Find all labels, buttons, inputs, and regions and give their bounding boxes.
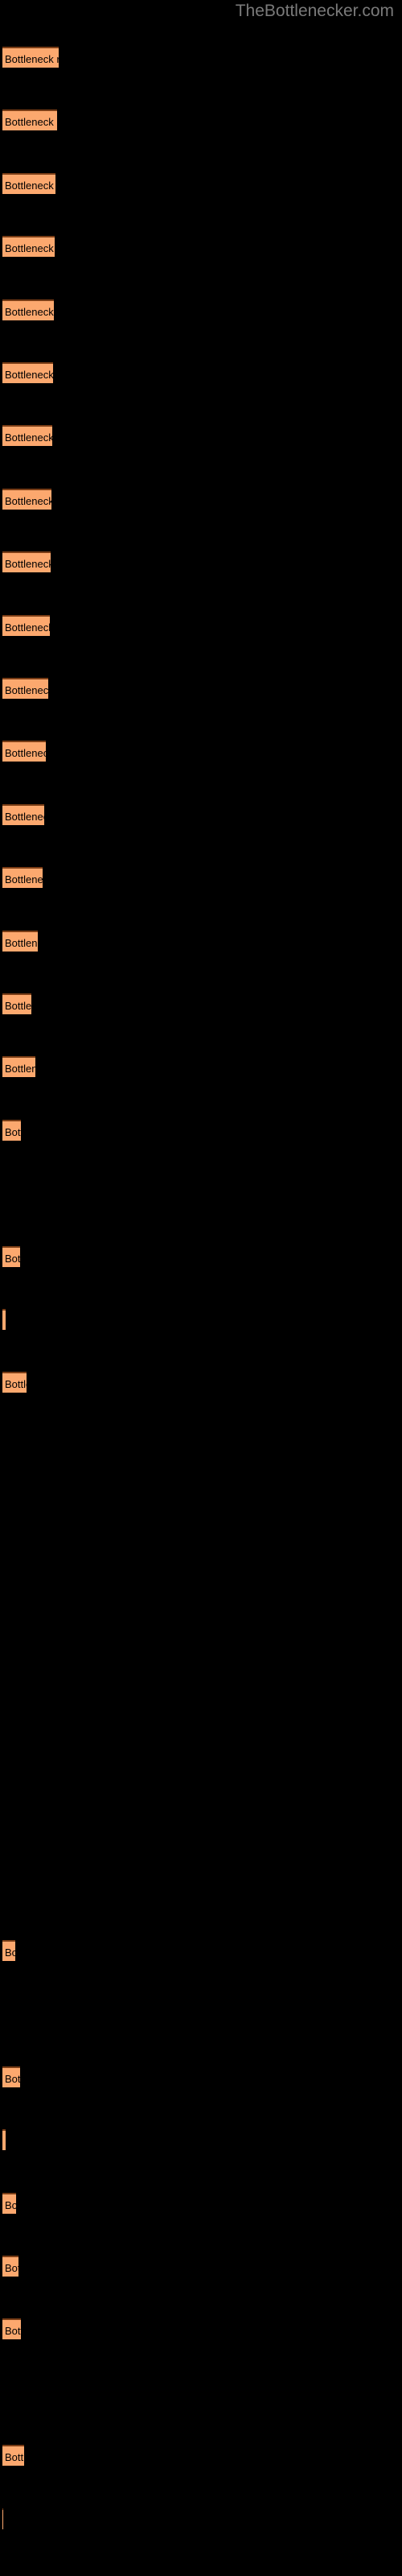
bar: Bottleneck result bbox=[2, 678, 48, 699]
bar-label: Bottleneck result bbox=[5, 747, 46, 759]
bar: Bottleneck result bbox=[2, 1120, 21, 1141]
bar: Bottleneck result bbox=[2, 1372, 27, 1393]
bar-label: Bottleneck result bbox=[5, 495, 51, 507]
bar: Bottleneck result bbox=[2, 615, 50, 636]
bar-label: Bottleneck result bbox=[5, 2199, 16, 2211]
bar-label: Bottleneck result bbox=[5, 558, 51, 570]
bar: Bottleneck result bbox=[2, 299, 54, 320]
bar-label: Bottleneck result bbox=[5, 937, 38, 949]
bar: Bottleneck result bbox=[2, 236, 55, 257]
bar-label: Bottleneck result bbox=[5, 180, 55, 192]
bar: Bottleneck result bbox=[2, 741, 46, 762]
bar: Bottleneck result bbox=[2, 489, 51, 510]
bar: Bottleneck result bbox=[2, 2508, 3, 2529]
bar: Bottleneck result bbox=[2, 2129, 6, 2150]
bar-label: Bottleneck result bbox=[5, 1063, 35, 1075]
bar-label: Bottleneck result bbox=[5, 369, 53, 381]
bar-label: Bottleneck result bbox=[5, 1378, 27, 1390]
bar: Bottleneck result bbox=[2, 173, 55, 194]
bar: Bottleneck result bbox=[2, 931, 38, 952]
bar-label: Bottleneck result bbox=[5, 811, 44, 823]
bar: Bottleneck result bbox=[2, 867, 43, 888]
bar-label: Bottleneck result bbox=[5, 1314, 6, 1330]
bar-label: Bottleneck result bbox=[5, 2073, 20, 2085]
bar: Bottleneck result bbox=[2, 2256, 18, 2277]
bar-label: Bottleneck result bbox=[5, 621, 50, 634]
bar: Bottleneck result bbox=[2, 425, 52, 446]
bar: Bottleneck result bbox=[2, 993, 31, 1014]
bar-label: Bottleneck result bbox=[5, 2134, 6, 2150]
bar-label: Bottleneck result bbox=[5, 2451, 24, 2463]
bar-label: Bottleneck result bbox=[5, 116, 57, 128]
plot-area: Bottleneck result Bottleneck result Bottle… bbox=[0, 0, 402, 2576]
bar-label: Bottleneck result bbox=[5, 1946, 15, 1959]
bar-label: Bottleneck result bbox=[5, 242, 55, 254]
bar: Bottleneck result bbox=[2, 2193, 16, 2214]
bottleneck-bar-chart: TheBottlenecker.com Bottleneck resultBot… bbox=[0, 0, 402, 2576]
bar-label: Bottleneck result bbox=[5, 1000, 31, 1012]
bar: Bottleneck result bbox=[2, 109, 57, 130]
bar: Bottleneck result bbox=[2, 2318, 21, 2339]
bar: Bottleneck result bbox=[2, 804, 44, 825]
bar: Bottleneck result bbox=[2, 47, 59, 68]
bar-label: Bottleneck result bbox=[5, 2325, 21, 2337]
bar: Bottleneck result bbox=[2, 551, 51, 572]
bar-label: Bottleneck result bbox=[5, 873, 43, 886]
bar-label: Bottleneck result bbox=[5, 431, 52, 444]
bar-label: Bottleneck result bbox=[5, 53, 59, 65]
bar: Bottleneck result bbox=[2, 1246, 20, 1267]
bar: Bottleneck result bbox=[2, 2445, 24, 2466]
bar-label: Bottleneck result bbox=[5, 1126, 21, 1138]
bar: Bottleneck result bbox=[2, 1056, 35, 1077]
bar-label: Bottleneck result bbox=[5, 2262, 18, 2274]
bar: Bottleneck result bbox=[2, 1309, 6, 1330]
bar-label: Bottleneck result bbox=[5, 1253, 20, 1265]
bar: Bottleneck result bbox=[2, 1940, 15, 1961]
bar: Bottleneck result bbox=[2, 362, 53, 383]
bar: Bottleneck result bbox=[2, 2066, 20, 2087]
bar-label: Bottleneck result bbox=[5, 306, 54, 318]
bar-label: Bottleneck result bbox=[5, 684, 48, 696]
